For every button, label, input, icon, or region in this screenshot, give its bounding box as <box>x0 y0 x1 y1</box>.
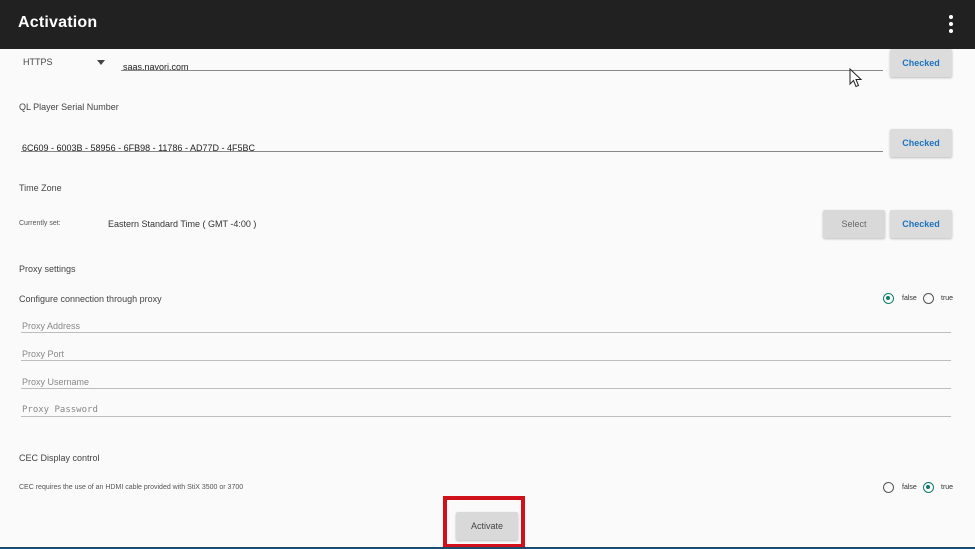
mouse-cursor-icon <box>849 68 863 88</box>
serial-checked-button[interactable]: Checked <box>890 129 952 157</box>
proxy-true-label: true <box>941 295 954 302</box>
timezone-value: Eastern Standard Time ( GMT -4:00 ) <box>108 219 257 229</box>
proxy-username-input[interactable] <box>21 388 951 389</box>
proxy-false-label: false <box>902 295 917 302</box>
proxy-password-input[interactable] <box>21 416 951 417</box>
cec-false-radio[interactable] <box>883 482 894 493</box>
serial-field[interactable]: 6C609 - 6003B - 58956 - 6FB98 - 11786 - … <box>21 138 883 153</box>
app-title: Activation <box>18 14 98 31</box>
app-bar: Activation <box>0 0 975 49</box>
chevron-down-icon <box>97 60 105 65</box>
proxy-address-input[interactable] <box>21 332 951 333</box>
serial-value: 6C609 - 6003B - 58956 - 6FB98 - 11786 - … <box>22 143 255 153</box>
protocol-value: HTTPS <box>23 57 53 67</box>
timezone-checked-button[interactable]: Checked <box>890 210 952 238</box>
proxy-port-placeholder: Proxy Port <box>22 349 65 359</box>
more-options-icon[interactable] <box>944 15 958 35</box>
proxy-address-placeholder: Proxy Address <box>22 321 81 331</box>
proxy-username-placeholder: Proxy Username <box>22 377 90 387</box>
proxy-false-radio[interactable] <box>883 293 894 304</box>
timezone-label: Time Zone <box>19 183 62 193</box>
activate-highlight-box <box>443 496 525 548</box>
cec-label: CEC Display control <box>19 453 100 463</box>
proxy-port-input[interactable] <box>21 360 951 361</box>
activation-form: HTTPS saas.navori.com Checked QL Player … <box>0 49 975 549</box>
proxy-configure-label: Configure connection through proxy <box>19 294 162 304</box>
cec-true-radio[interactable] <box>923 482 934 493</box>
cec-note: CEC requires the use of an HDMI cable pr… <box>19 484 244 491</box>
server-checked-button[interactable]: Checked <box>890 49 952 77</box>
timezone-select-button[interactable]: Select <box>823 210 885 238</box>
serial-label: QL Player Serial Number <box>19 102 119 112</box>
server-url-field[interactable]: saas.navori.com <box>121 57 883 72</box>
proxy-section-label: Proxy settings <box>19 264 76 274</box>
proxy-password-placeholder: Proxy Password <box>22 405 98 415</box>
cec-true-label: true <box>941 484 954 491</box>
server-url-value: saas.navori.com <box>123 62 189 72</box>
timezone-current-label: Currently set: <box>19 220 61 227</box>
cec-false-label: false <box>902 484 917 491</box>
proxy-true-radio[interactable] <box>923 293 934 304</box>
protocol-select[interactable]: HTTPS <box>23 57 107 71</box>
